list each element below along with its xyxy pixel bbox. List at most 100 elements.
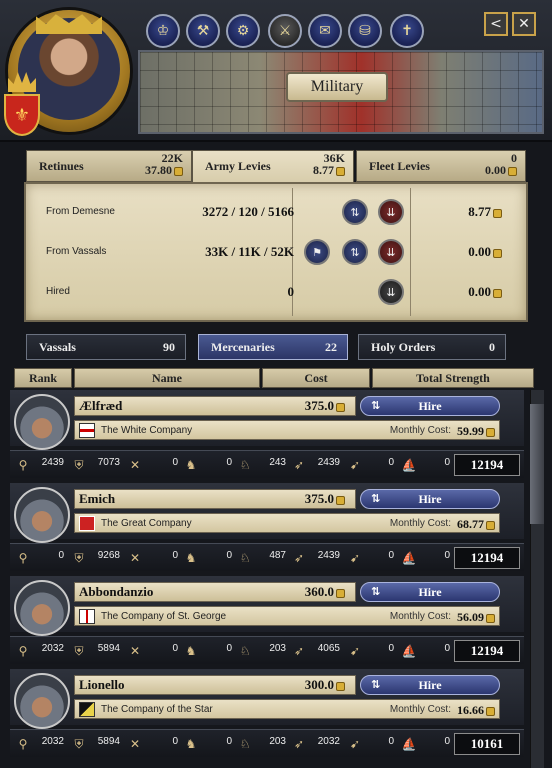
gold-icon (486, 427, 495, 437)
column-header-rank[interactable]: Rank (14, 368, 72, 388)
tab-cost: 37.80 (145, 163, 172, 177)
coat-of-arms-icon[interactable]: ⚜ (4, 94, 40, 136)
gold-icon (486, 520, 495, 530)
tab-army-levies[interactable]: Army Levies 36K 8.77 (192, 150, 354, 186)
avatar[interactable] (14, 487, 70, 543)
monthly-cost-label: Monthly Cost: (389, 518, 451, 529)
crown-tab-icon[interactable]: ♔ (146, 14, 180, 48)
stat-value: 0 (58, 550, 64, 561)
levy-numbers: 3272 / 120 / 5166 (202, 204, 294, 219)
levy-row-demesne: From Demesne 3272 / 120 / 5166 ⇅ ⇊ 8.77 (26, 192, 526, 232)
monthly-cost-label: Monthly Cost: (389, 611, 451, 622)
gold-icon (336, 166, 345, 176)
tab-label: Army Levies (205, 159, 271, 173)
hire-icon: ⇅ (371, 585, 381, 598)
tab-label: Retinues (39, 159, 84, 173)
stat-value: 4065 (317, 643, 340, 654)
back-button[interactable]: < (484, 12, 508, 36)
total-strength: 12194 (454, 640, 520, 662)
avatar[interactable] (14, 673, 70, 729)
tab-vassals[interactable]: Vassals 90 (26, 334, 186, 360)
company-name[interactable]: The Great Company (101, 518, 192, 529)
disband-levy-icon[interactable]: ⇊ (378, 199, 404, 225)
gold-icon (493, 248, 502, 258)
hire-button[interactable]: ⇅ Hire (360, 489, 500, 509)
tab-count: 22 (325, 340, 337, 354)
levy-amount: 8.77 (468, 204, 491, 219)
disband-levy-icon[interactable]: ⇊ (378, 239, 404, 265)
levy-row-vassals: From Vassals 33K / 11K / 52K ⚑ ⇅ ⇊ 0.00 (26, 232, 526, 272)
captain-name[interactable]: Emich (79, 491, 115, 507)
scrollbar-thumb[interactable] (530, 404, 544, 524)
hire-button[interactable]: ⇅ Hire (360, 675, 500, 695)
hire-cost: 300.0 (304, 677, 334, 692)
company-name[interactable]: The Company of St. George (101, 611, 226, 622)
column-header-cost[interactable]: Cost (262, 368, 370, 388)
list-item: Abbondanzio 360.0 ⇅ Hire The Company of St… (10, 576, 524, 669)
cross-tab-icon[interactable]: ✝ (390, 14, 424, 48)
total-strength: 10161 (454, 733, 520, 755)
tab-retinues[interactable]: Retinues 22K 37.80 (26, 150, 192, 182)
gold-icon (486, 706, 495, 716)
gold-icon (336, 495, 345, 505)
troop-stats: ⚲ 2032 ⛨ 5894 ✕ 0 ♞ 0 ♘ 203 ➶ 2032 ➹ 0 ⛵ 0 10161 (10, 729, 524, 757)
monthly-cost-label: Monthly Cost: (389, 425, 451, 436)
call-vassals-icon[interactable]: ⚑ (304, 239, 330, 265)
levy-amount: 0.00 (468, 244, 491, 259)
company-flag-icon (79, 702, 95, 717)
levy-label: From Demesne (46, 206, 115, 217)
list-item: Lionello 300.0 ⇅ Hire The Company of the S… (10, 669, 524, 762)
troop-stats: ⚲ 0 ⛨ 9268 ✕ 0 ♞ 0 ♘ 487 ➶ 2439 ➹ 0 ⛵ 0 12194 (10, 543, 524, 571)
stat-value: 0 (444, 643, 450, 654)
gold-icon (493, 288, 502, 298)
scroll-tab-icon[interactable]: ✉ (308, 14, 342, 48)
captain-name[interactable]: Lionello (79, 677, 125, 693)
captain-name[interactable]: Abbondanzio (79, 584, 153, 600)
raise-levy-icon[interactable]: ⇅ (342, 199, 368, 225)
hire-icon: ⇅ (371, 678, 381, 691)
levy-numbers: 33K / 11K / 52K (205, 244, 294, 259)
hire-icon: ⇅ (371, 492, 381, 505)
column-header-name[interactable]: Name (74, 368, 260, 388)
tab-label: Holy Orders (371, 340, 436, 354)
avatar[interactable] (14, 580, 70, 636)
pikemen-icon: ✕ (129, 737, 141, 751)
chest-tab-icon[interactable]: ⛁ (348, 14, 382, 48)
military-tab-icon[interactable]: ⚔ (268, 14, 302, 48)
tab-cost: 0.00 (485, 163, 506, 177)
levy-label: Hired (46, 286, 70, 297)
tab-mercenaries[interactable]: Mercenaries 22 (198, 334, 348, 360)
stat-value: 487 (269, 550, 286, 561)
company-name[interactable]: The White Company (101, 425, 192, 436)
mercenary-list: Ælfræd 375.0 ⇅ Hire The White Company Mont… (10, 390, 524, 768)
hire-cost: 375.0 (304, 491, 334, 506)
stat-value: 7073 (97, 457, 120, 468)
raise-levy-icon[interactable]: ⇅ (342, 239, 368, 265)
hire-button[interactable]: ⇅ Hire (360, 582, 500, 602)
tab-holy-orders[interactable]: Holy Orders 0 (358, 334, 506, 360)
stat-value: 0 (388, 736, 394, 747)
stat-value: 2032 (41, 643, 64, 654)
monthly-cost: 59.99 (457, 424, 484, 438)
disband-hired-icon[interactable]: ⇊ (378, 279, 404, 305)
tab-fleet-levies[interactable]: Fleet Levies 0 0.00 (356, 150, 526, 182)
avatar[interactable] (14, 394, 70, 450)
levy-numbers: 0 (287, 284, 295, 299)
hammer-tab-icon[interactable]: ⚒ (186, 14, 220, 48)
stat-value: 2032 (41, 736, 64, 747)
column-header-total-strength[interactable]: Total Strength (372, 368, 534, 388)
stat-value: 203 (269, 643, 286, 654)
captain-name[interactable]: Ælfræd (79, 398, 122, 414)
monthly-cost-label: Monthly Cost: (389, 704, 451, 715)
gears-tab-icon[interactable]: ⚙ (226, 14, 260, 48)
hire-cost: 375.0 (304, 398, 334, 413)
stat-value: 0 (444, 550, 450, 561)
pikemen-icon: ✕ (129, 644, 141, 658)
company-name[interactable]: The Company of the Star (101, 704, 213, 715)
page-title: Military (286, 72, 388, 102)
gold-icon (493, 208, 502, 218)
list-item: Emich 375.0 ⇅ Hire The Great Company Month… (10, 483, 524, 576)
hire-button[interactable]: ⇅ Hire (360, 396, 500, 416)
close-button[interactable]: ✕ (512, 12, 536, 36)
stat-value: 0 (388, 550, 394, 561)
